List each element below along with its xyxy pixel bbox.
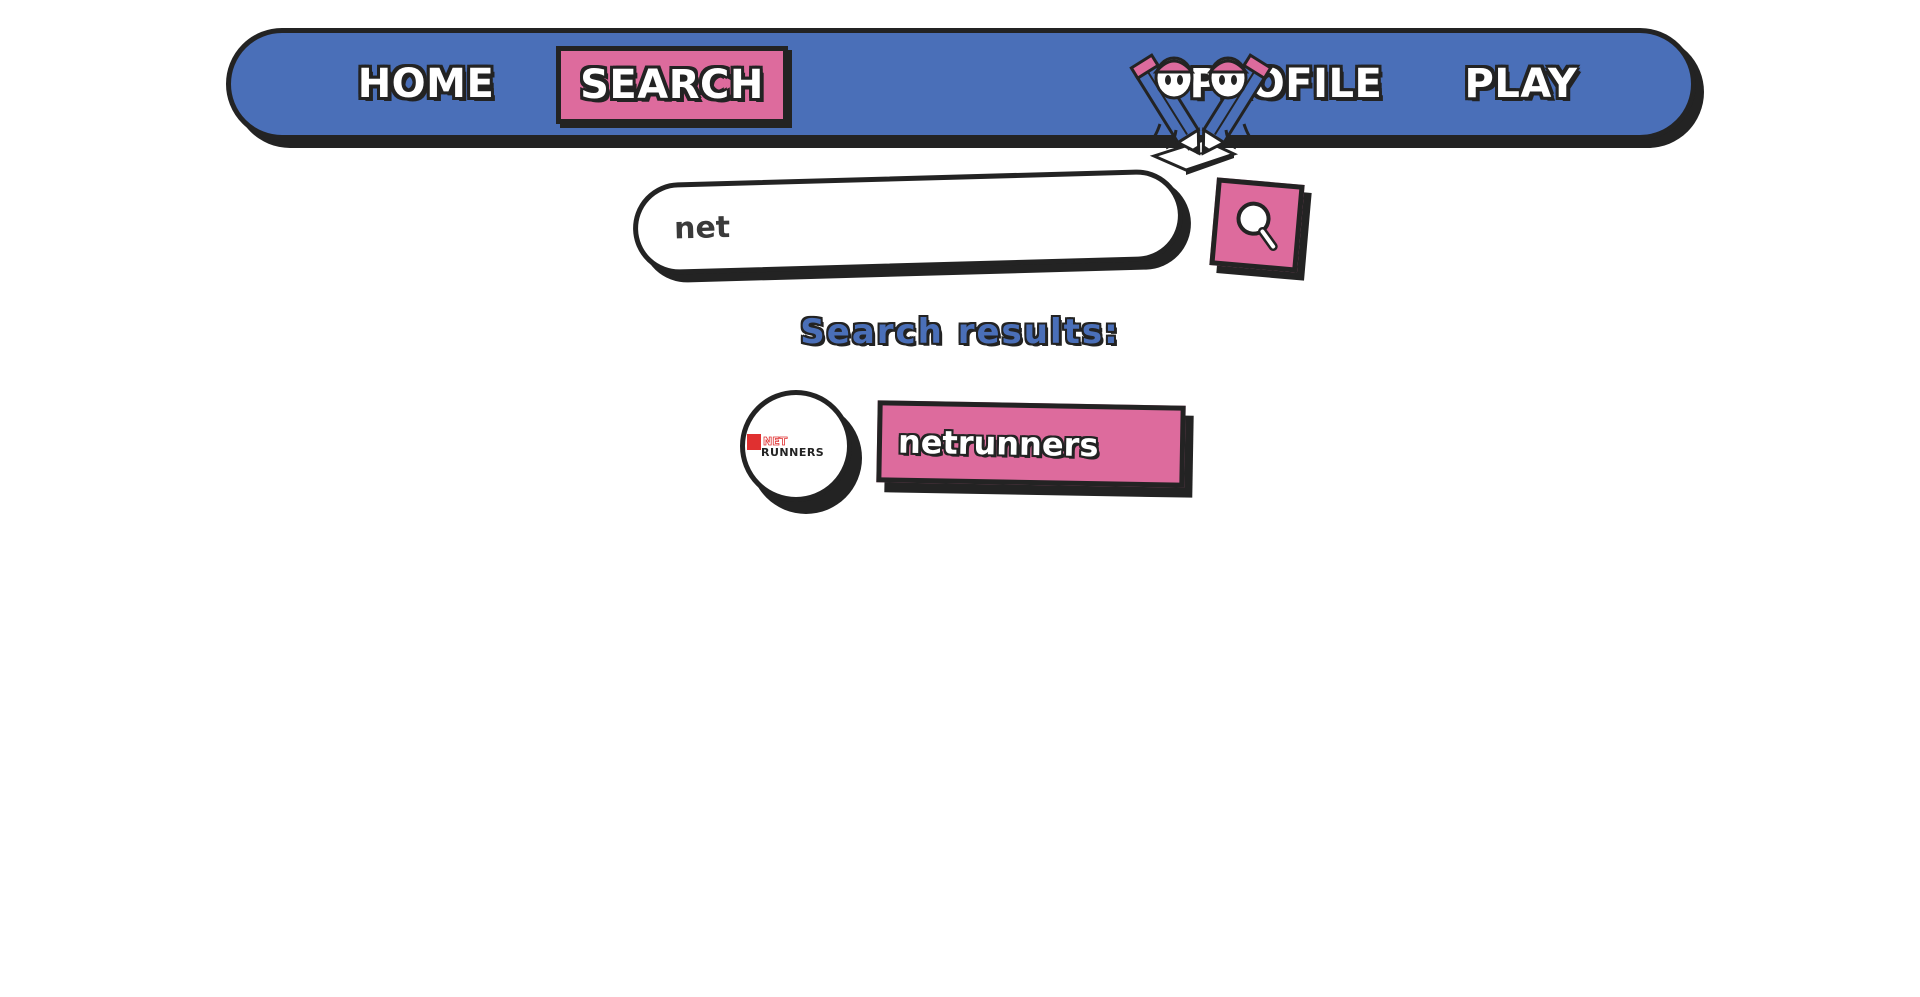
nav-bar-container: HOME SEARCH PROFILE PLAY	[226, 28, 1704, 175]
search-input[interactable]	[671, 196, 1143, 248]
search-results-heading: Search results:	[800, 312, 1120, 352]
logo-text-bottom: RUNNERS	[761, 446, 824, 459]
result-avatar-container: NET RUNNERS	[740, 390, 866, 516]
search-button[interactable]	[1209, 177, 1305, 273]
netrunners-avatar[interactable]: NET RUNNERS	[740, 390, 852, 502]
pencil-characters-logo[interactable]	[1116, 44, 1286, 184]
magnifier-icon	[1236, 201, 1278, 251]
pencil-characters-logo-icon	[1129, 53, 1273, 175]
search-field-box[interactable]	[631, 168, 1185, 276]
nav-search-link[interactable]: SEARCH	[556, 46, 788, 124]
nav-home-link[interactable]: HOME	[326, 28, 526, 140]
search-button-container	[1209, 177, 1313, 281]
result-item-container: netrunners	[876, 400, 1197, 503]
search-field-container	[631, 168, 1193, 284]
netrunners-logo-icon: NET RUNNERS	[747, 434, 824, 459]
nav-play-link[interactable]: PLAY	[1421, 28, 1621, 140]
result-name-link[interactable]: netrunners	[876, 400, 1186, 488]
